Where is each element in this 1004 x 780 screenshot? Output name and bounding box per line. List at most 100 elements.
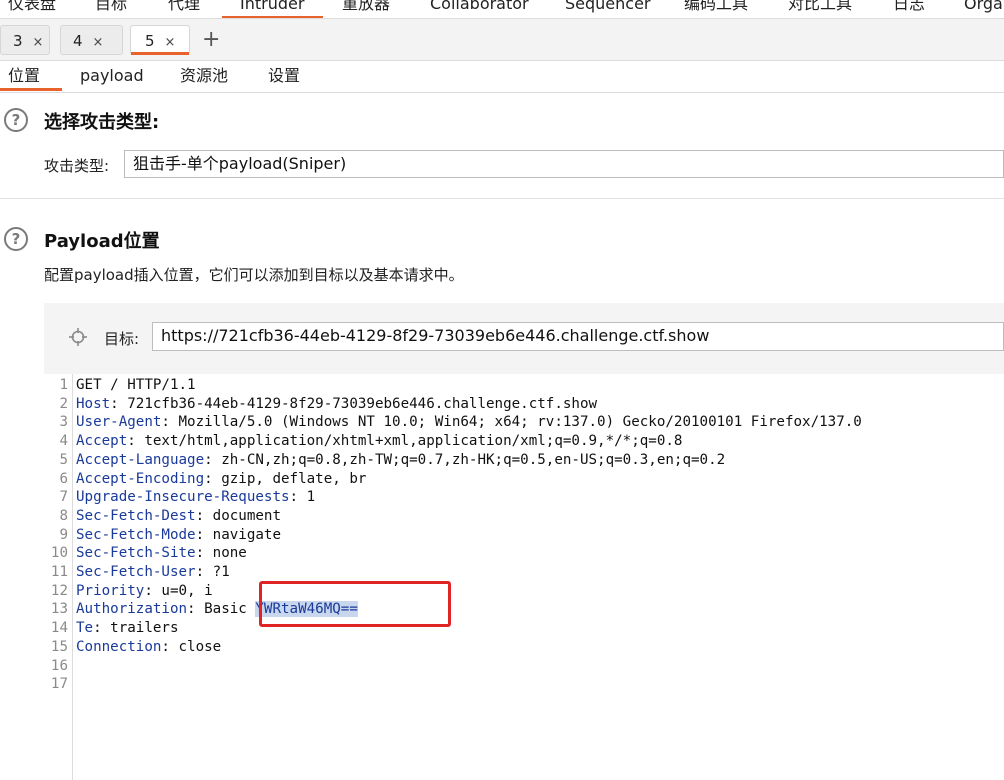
line-number: 12	[50, 582, 68, 599]
header-name: Sec-Fetch-User	[76, 564, 196, 580]
subtab-positions[interactable]: 位置	[8, 65, 40, 87]
section-divider	[0, 198, 1004, 199]
line-content: Accept-Language: zh-CN,zh;q=0.8,zh-TW;q=…	[76, 451, 725, 470]
menu-item-decoder[interactable]: 编码工具	[684, 0, 748, 14]
attack-type-label: 攻击类型:	[44, 157, 110, 175]
menu-item-repeater[interactable]: 重放器	[342, 0, 390, 14]
line-number: 4	[59, 433, 68, 450]
payload-positions-heading: Payload位置	[44, 231, 160, 252]
payload-positions-description: 配置payload插入位置，它们可以添加到目标以及基本请求中。	[44, 266, 464, 284]
menu-item-comparer[interactable]: 对比工具	[788, 0, 852, 14]
tab-label: 5	[145, 32, 155, 50]
line-number: 5	[59, 451, 68, 468]
request-tabs-bar: 3 × 4 × 5 ×	[0, 19, 1004, 61]
active-subtab-indicator	[0, 88, 62, 91]
line-content: Host: 721cfb36-44eb-4129-8f29-73039eb6e4…	[76, 395, 597, 414]
menu-item-target[interactable]: 目标	[95, 0, 127, 14]
header-value: : u=0, i	[144, 582, 213, 599]
help-icon[interactable]: ?	[4, 108, 28, 132]
crosshair-icon	[69, 328, 87, 346]
subtab-settings[interactable]: 设置	[268, 65, 300, 87]
subtab-resource-pool[interactable]: 资源池	[180, 65, 228, 87]
target-label: 目标:	[104, 330, 140, 348]
line-content: Te: trailers	[76, 619, 179, 638]
header-name: Sec-Fetch-Site	[76, 545, 196, 562]
line-number: 6	[59, 470, 68, 487]
line-content: Accept-Encoding: gzip, deflate, br	[76, 470, 366, 489]
header-name: Connection	[76, 638, 162, 655]
header-name: Sec-Fetch-Dest	[76, 507, 196, 524]
menu-item-organizer[interactable]: Orga	[964, 0, 1003, 14]
line-content: User-Agent: Mozilla/5.0 (Windows NT 10.0…	[76, 413, 862, 432]
request-editor[interactable]: 1 GET / HTTP/1.1 2 Host: 721cfb36-44eb-4129…	[44, 374, 1004, 780]
main-menu-bar: 仪表盘 目标 代理 Intruder 重放器 Collaborator Sequ…	[0, 0, 1004, 19]
close-icon[interactable]: ×	[33, 35, 44, 50]
line-number: 11	[50, 564, 68, 580]
menu-item-logger[interactable]: 日志	[893, 0, 925, 14]
close-icon[interactable]: ×	[165, 35, 176, 50]
header-value: : zh-CN,zh;q=0.8,zh-TW;q=0.7,zh-HK;q=0.5…	[204, 451, 726, 468]
highlight-box	[259, 581, 451, 627]
tab-label: 4	[73, 32, 83, 50]
header-value: : none	[195, 545, 247, 562]
line-content: Connection: close	[76, 638, 221, 657]
header-value: : trailers	[93, 620, 179, 637]
header-name: Te	[76, 620, 94, 637]
add-tab-icon[interactable]: +	[202, 27, 220, 53]
line-content: GET / HTTP/1.1	[76, 376, 196, 395]
tab-label: 3	[13, 32, 23, 50]
header-name: Accept	[76, 433, 128, 450]
header-name: Host	[76, 395, 111, 412]
menu-item-collaborator[interactable]: Collaborator	[430, 0, 529, 14]
line-number: 15	[50, 638, 68, 655]
header-name: Priority	[76, 582, 145, 599]
header-name: Sec-Fetch-Mode	[76, 526, 196, 543]
subtab-payloads[interactable]: payload	[80, 65, 144, 87]
target-url-field[interactable]: https://721cfb36-44eb-4129-8f29-73039eb6…	[152, 322, 1004, 351]
header-name: Accept-Language	[76, 451, 205, 468]
line-number: 10	[50, 545, 68, 562]
tab-3[interactable]: 3 ×	[0, 25, 50, 55]
header-value: GET / HTTP/1.1	[76, 377, 196, 393]
line-content: Priority: u=0, i	[76, 582, 213, 601]
menu-item-intruder[interactable]: Intruder	[240, 0, 304, 14]
header-value: : ?1	[195, 564, 230, 580]
header-value: : 1	[289, 489, 316, 506]
menu-item-proxy[interactable]: 代理	[168, 0, 200, 14]
attack-type-heading: 选择攻击类型:	[44, 112, 160, 133]
line-number: 3	[59, 414, 68, 431]
help-icon[interactable]: ?	[4, 227, 28, 251]
line-number: 2	[59, 395, 68, 412]
header-name: Accept-Encoding	[76, 470, 205, 487]
header-name: User-Agent	[76, 414, 162, 431]
header-value: : gzip, deflate, br	[204, 470, 367, 487]
line-content: Upgrade-Insecure-Requests: 1	[76, 488, 315, 507]
header-value: : navigate	[195, 526, 282, 543]
line-number: 16	[50, 657, 68, 674]
close-icon[interactable]: ×	[93, 35, 104, 50]
line-content: Accept: text/html,application/xhtml+xml,…	[76, 432, 682, 451]
line-content: Sec-Fetch-Site: none	[76, 544, 247, 563]
line-content: Sec-Fetch-User: ?1	[76, 563, 230, 582]
header-value: : text/html,application/xhtml+xml,applic…	[127, 433, 683, 450]
menu-item-sequencer[interactable]: Sequencer	[565, 0, 651, 14]
line-number: 1	[59, 377, 68, 393]
menu-item-dashboard[interactable]: 仪表盘	[8, 0, 56, 14]
header-value: : Mozilla/5.0 (Windows NT 10.0; Win64; x…	[161, 414, 862, 431]
line-content: Sec-Fetch-Mode: navigate	[76, 526, 281, 545]
tab-5[interactable]: 5 ×	[130, 25, 190, 55]
header-value: : close	[161, 638, 222, 655]
header-value: : 721cfb36-44eb-4129-8f29-73039eb6e446.c…	[110, 395, 598, 412]
header-value: : document	[195, 507, 282, 524]
line-content: Sec-Fetch-Dest: document	[76, 507, 281, 526]
header-name: Upgrade-Insecure-Requests	[76, 489, 290, 506]
intruder-subtabs: 位置 payload 资源池 设置	[0, 61, 1004, 93]
line-number: 9	[59, 526, 68, 543]
active-tab-indicator	[131, 52, 189, 55]
tab-4[interactable]: 4 ×	[60, 25, 123, 55]
line-number: 14	[50, 620, 68, 637]
attack-type-select[interactable]: 狙击手-单个payload(Sniper)	[124, 150, 1004, 178]
header-value: : Basic	[187, 601, 256, 618]
header-name: Authorization	[76, 601, 188, 618]
line-number: 7	[59, 489, 68, 506]
